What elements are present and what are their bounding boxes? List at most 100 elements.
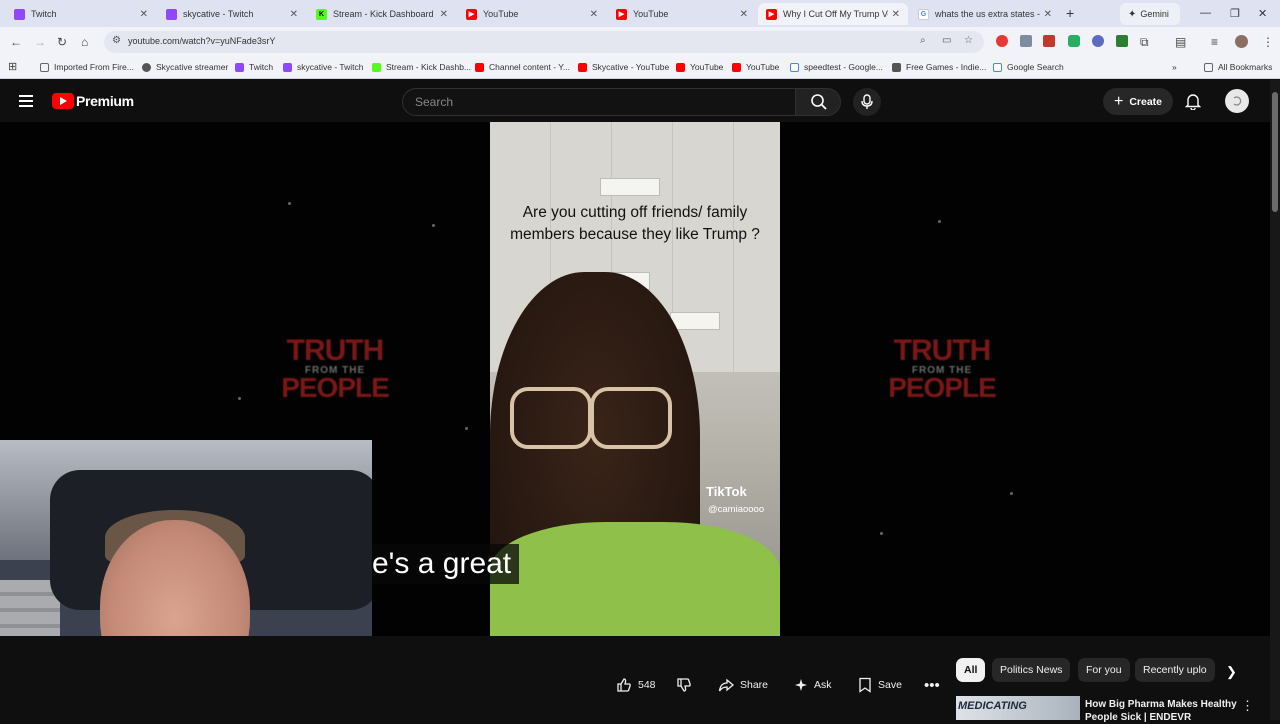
youtube-icon (475, 62, 484, 72)
bookmark-item[interactable]: Skycative - YouTube (578, 62, 669, 72)
close-icon[interactable]: ✕ (740, 9, 748, 20)
bookmark-star-icon[interactable]: ☆ (964, 35, 973, 46)
youtube-logo-text: Premium (76, 93, 134, 109)
watermark-line: TRUTH (286, 334, 385, 367)
like-button[interactable]: 548 (616, 678, 656, 692)
share-button[interactable]: Share (718, 678, 768, 692)
kebab-menu-icon[interactable]: ⋮ (1241, 698, 1254, 714)
bookmark-item[interactable]: Twitch (235, 62, 273, 72)
recommended-video-thumbnail[interactable]: MEDICATING (956, 696, 1080, 720)
bookmark-label: speedtest - Google... (804, 62, 883, 72)
site-info-icon[interactable]: ⚙ (112, 35, 121, 46)
browser-toolbar: ← → ↻ ⌂ ⚙ youtube.com/watch?v=yuNFade3sr… (0, 27, 1280, 57)
bookmark-item[interactable]: Channel content - Y... (475, 62, 570, 72)
background-speck (238, 397, 241, 400)
tiktok-handle: @camiaoooo (708, 504, 765, 515)
youtube-icon (676, 62, 685, 72)
profile-avatar-icon[interactable] (1235, 35, 1248, 48)
close-icon[interactable]: ✕ (1044, 9, 1052, 20)
gemini-button[interactable]: ✦ Gemini (1120, 3, 1180, 25)
create-button[interactable]: + Create (1103, 88, 1173, 115)
close-icon[interactable]: ✕ (892, 9, 900, 20)
recommended-video-title[interactable]: How Big Pharma Makes Healthy People Sick… (1085, 698, 1245, 724)
kebab-menu-icon[interactable]: ⋮ (1262, 35, 1274, 49)
bookmark-item[interactable]: skycative - Twitch (283, 62, 363, 72)
browser-tab[interactable]: G whats the us extra states - G ✕ (910, 3, 1060, 25)
account-avatar[interactable] (1225, 89, 1249, 113)
window-close-icon[interactable]: ✕ (1258, 7, 1267, 20)
bookmark-item[interactable]: Imported From Fire... (40, 62, 134, 72)
bookmark-label: Imported From Fire... (54, 62, 134, 72)
download-icon[interactable] (1116, 35, 1128, 47)
chevron-double-right-icon[interactable]: » (1172, 62, 1177, 72)
home-icon[interactable]: ⌂ (81, 35, 88, 49)
minimize-icon[interactable]: — (1200, 7, 1211, 19)
tab-title: YouTube (483, 9, 519, 19)
browser-tab[interactable]: K Stream - Kick Dashboard ✕ (308, 3, 456, 25)
browser-tab-active[interactable]: ▶ Why I Cut Off My Trump Vot ✕ (758, 3, 908, 25)
tab-search-icon[interactable]: ≡ (1211, 35, 1218, 49)
notifications-bell-icon[interactable] (1185, 92, 1201, 110)
restore-icon[interactable]: ❐ (1230, 7, 1240, 20)
close-icon[interactable]: ✕ (590, 9, 598, 20)
tab-title: YouTube (633, 9, 669, 19)
save-button[interactable]: Save (858, 677, 902, 693)
zoom-icon[interactable]: ⌕ (920, 35, 926, 46)
share-arrow-icon (718, 678, 734, 692)
chip-politics-news[interactable]: Politics News (992, 658, 1071, 682)
folder-icon (40, 62, 49, 72)
voice-search-button[interactable] (853, 88, 881, 116)
sidepanel-icon[interactable]: ▤ (1175, 35, 1186, 49)
extension-icon[interactable] (1043, 35, 1055, 47)
search-button[interactable] (795, 88, 841, 116)
apps-grid-icon[interactable]: ⊞ (8, 60, 17, 73)
bookmark-item[interactable]: Stream - Kick Dashb... (372, 62, 471, 72)
dislike-button[interactable] (676, 678, 692, 692)
bookmark-item[interactable]: speedtest - Google... (790, 62, 883, 72)
chip-recently-uploaded[interactable]: Recently uplo (1135, 658, 1215, 682)
bookmark-item[interactable]: YouTube (676, 62, 723, 72)
extension-opera-icon[interactable] (996, 35, 1008, 47)
more-actions-icon[interactable]: ••• (924, 677, 940, 694)
extensions-puzzle-icon[interactable]: ⧉ (1140, 35, 1149, 50)
close-icon[interactable]: ✕ (290, 9, 298, 20)
cast-icon[interactable]: ▭ (942, 35, 951, 46)
page-scrollbar[interactable] (1270, 80, 1280, 720)
bookmark-item[interactable]: Google Search (993, 62, 1064, 72)
extension-icon[interactable] (1020, 35, 1032, 47)
browser-tab[interactable]: Twitch ✕ (6, 3, 156, 25)
ask-button[interactable]: Ask (794, 678, 832, 692)
search-input[interactable] (415, 95, 785, 109)
browser-tab[interactable]: ▶ YouTube ✕ (608, 3, 756, 25)
back-arrow-icon[interactable]: ← (10, 35, 22, 49)
chip-all[interactable]: All (956, 658, 986, 682)
search-icon (811, 94, 827, 110)
gemini-icon: ✦ (1128, 8, 1137, 20)
scrollbar-thumb[interactable] (1272, 92, 1278, 212)
close-icon[interactable]: ✕ (440, 9, 448, 20)
browser-tab[interactable]: skycative - Twitch ✕ (158, 3, 306, 25)
twitch-icon (14, 8, 25, 20)
bookmark-item[interactable]: Skycative streamer (142, 62, 228, 72)
background-speck (938, 220, 941, 223)
forward-arrow-icon[interactable]: → (34, 35, 46, 49)
background-speck (465, 427, 468, 430)
bookmark-item[interactable]: YouTube (732, 62, 779, 72)
search-box (402, 88, 796, 116)
extension-icon[interactable] (1092, 35, 1104, 47)
ceiling-light (670, 312, 720, 330)
new-tab-icon[interactable]: + (1066, 5, 1074, 21)
bookmark-item[interactable]: Free Games - Indie... (892, 62, 986, 72)
browser-tab[interactable]: ▶ YouTube ✕ (458, 3, 606, 25)
chip-for-you[interactable]: For you (1078, 658, 1130, 682)
extension-icon[interactable] (1068, 35, 1080, 47)
youtube-logo[interactable]: Premium (52, 93, 134, 109)
chevron-right-icon[interactable]: ❯ (1226, 664, 1237, 680)
all-bookmarks[interactable]: All Bookmarks (1204, 62, 1272, 72)
hamburger-menu-icon[interactable] (19, 95, 33, 110)
close-icon[interactable]: ✕ (140, 9, 148, 20)
tab-title: Twitch (31, 9, 57, 19)
address-bar[interactable]: ⚙ youtube.com/watch?v=yuNFade3srY ⌕ ▭ ☆ (104, 31, 984, 53)
reload-icon[interactable]: ↻ (57, 35, 67, 49)
save-label: Save (878, 679, 902, 691)
